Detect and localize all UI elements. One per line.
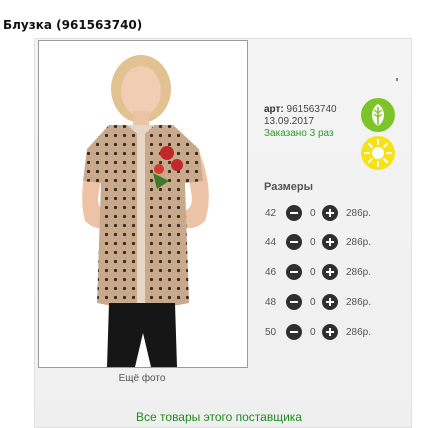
more-photos-link[interactable]: Ещё фото <box>0 373 284 384</box>
product-photo[interactable] <box>38 40 248 368</box>
increase-button[interactable] <box>322 264 338 280</box>
size-row: 50 0 286р. <box>264 324 394 342</box>
quantity-value: 0 <box>310 297 316 308</box>
quantity-value: 0 <box>310 208 316 219</box>
size-value: 42 <box>265 208 277 219</box>
article-value: 961563740 <box>286 104 337 115</box>
sun-icon <box>360 135 396 171</box>
size-row: 42 0 286р. <box>264 205 394 223</box>
quantity-value: 0 <box>310 237 316 248</box>
decrease-button[interactable] <box>286 205 302 221</box>
size-price: 286р. <box>346 208 372 219</box>
size-price: 286р. <box>346 297 372 308</box>
decrease-button[interactable] <box>286 294 302 310</box>
divider-mark <box>396 78 398 81</box>
increase-button[interactable] <box>322 205 338 221</box>
ordered-count: Заказано 3 раз <box>264 128 334 139</box>
product-title: Блузка (961563740) <box>3 18 143 32</box>
size-row: 46 0 286р. <box>264 264 394 282</box>
size-value: 44 <box>265 237 277 248</box>
decrease-button[interactable] <box>286 264 302 280</box>
article-line: арт: 961563740 <box>264 104 337 116</box>
supplier-products-link[interactable]: Все товары этого поставщика <box>0 410 438 424</box>
increase-button[interactable] <box>322 234 338 250</box>
product-info: арт: 961563740 13.09.2017 Заказано 3 раз <box>264 104 337 140</box>
article-label: арт: <box>264 104 284 115</box>
leaf-icon <box>360 97 396 133</box>
size-price: 286р. <box>346 267 372 278</box>
product-date: 13.09.2017 <box>264 116 315 127</box>
size-value: 46 <box>265 267 277 278</box>
decrease-button[interactable] <box>286 324 302 340</box>
decrease-button[interactable] <box>286 234 302 250</box>
size-price: 286р. <box>346 237 372 248</box>
quantity-value: 0 <box>310 327 316 338</box>
increase-button[interactable] <box>322 324 338 340</box>
size-row: 44 0 286р. <box>264 234 394 252</box>
quantity-value: 0 <box>310 267 316 278</box>
size-value: 48 <box>265 297 277 308</box>
size-price: 286р. <box>346 327 372 338</box>
increase-button[interactable] <box>322 294 338 310</box>
size-value: 50 <box>265 327 277 338</box>
size-row: 48 0 286р. <box>264 294 394 312</box>
sizes-title: Размеры <box>264 181 314 193</box>
